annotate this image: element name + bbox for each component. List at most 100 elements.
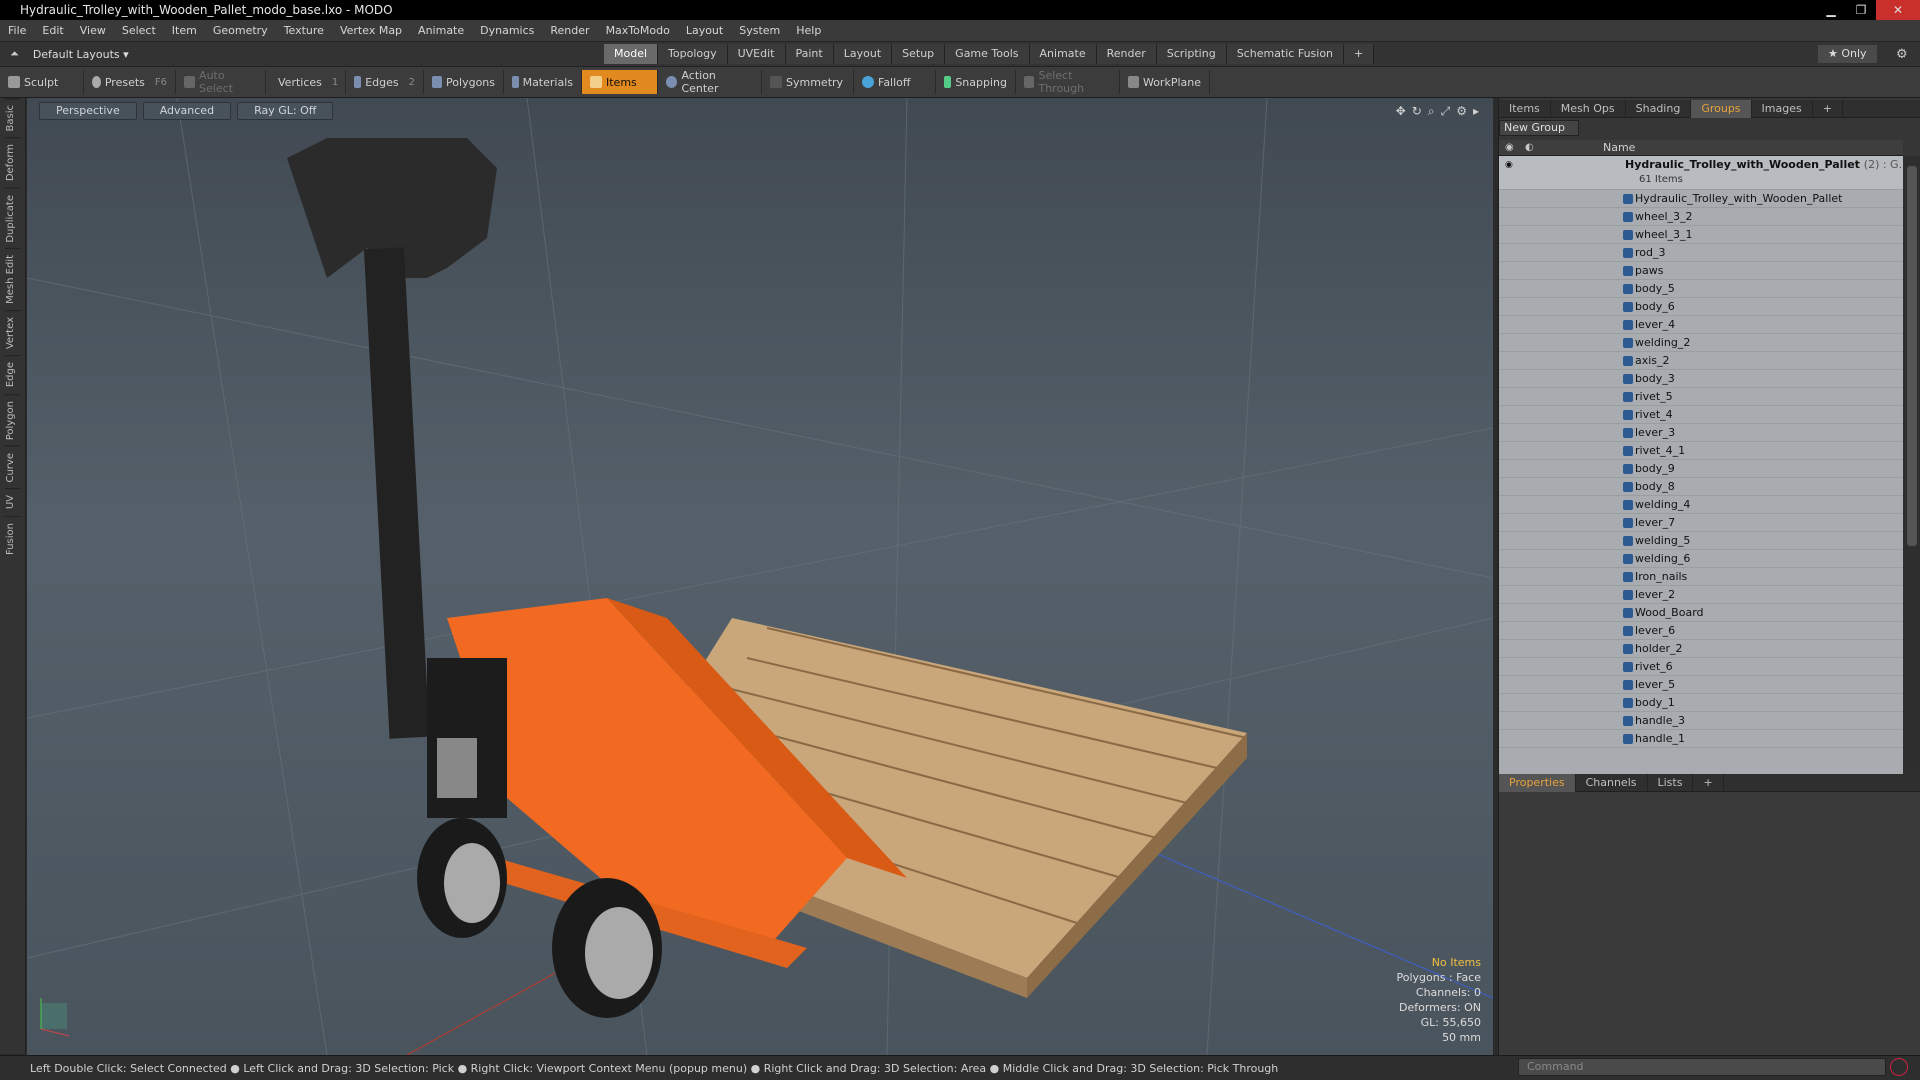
left-tab-duplicate[interactable]: Duplicate: [4, 187, 21, 249]
add-bottom-tab-button[interactable]: +: [1693, 773, 1724, 792]
tab-shading[interactable]: Shading: [1626, 99, 1692, 118]
tab-lists[interactable]: Lists: [1648, 773, 1694, 792]
menu-dynamics[interactable]: Dynamics: [472, 20, 542, 42]
left-tab-fusion[interactable]: Fusion: [4, 515, 21, 561]
list-item[interactable]: welding_4: [1499, 496, 1903, 514]
materials-button[interactable]: Materials: [504, 70, 582, 94]
list-item[interactable]: lever_2: [1499, 586, 1903, 604]
list-item[interactable]: handle_3: [1499, 712, 1903, 730]
perspective-button[interactable]: Perspective: [39, 102, 137, 120]
list-item[interactable]: lever_4: [1499, 316, 1903, 334]
menu-maxtomodo[interactable]: MaxToModo: [598, 20, 678, 42]
gear-icon[interactable]: ⚙: [1896, 47, 1908, 62]
group-row[interactable]: ◉ Hydraulic_Trolley_with_Wooden_Pallet (…: [1499, 156, 1903, 190]
list-item[interactable]: body_5: [1499, 280, 1903, 298]
snapping-button[interactable]: Snapping: [936, 70, 1016, 94]
list-item[interactable]: paws: [1499, 262, 1903, 280]
sculpt-button[interactable]: Sculpt: [0, 70, 84, 94]
list-item[interactable]: rivet_4: [1499, 406, 1903, 424]
menu-animate[interactable]: Animate: [410, 20, 472, 42]
items-button[interactable]: Items: [582, 70, 658, 94]
list-item[interactable]: body_1: [1499, 694, 1903, 712]
tab-schematic-fusion[interactable]: Schematic Fusion: [1226, 44, 1345, 64]
list-item[interactable]: body_6: [1499, 298, 1903, 316]
list-item[interactable]: lever_7: [1499, 514, 1903, 532]
menu-geometry[interactable]: Geometry: [205, 20, 276, 42]
menu-layout[interactable]: Layout: [678, 20, 731, 42]
new-group-button[interactable]: New Group: [1499, 120, 1579, 136]
list-item[interactable]: rod_3: [1499, 244, 1903, 262]
viewport-menu-icon[interactable]: ▸: [1473, 104, 1479, 119]
eye-icon[interactable]: ◉: [1505, 160, 1515, 170]
tab-topology[interactable]: Topology: [658, 44, 728, 64]
menu-render[interactable]: Render: [542, 20, 597, 42]
scrollbar-thumb[interactable]: [1907, 166, 1917, 546]
close-icon[interactable]: ✕: [1876, 0, 1920, 20]
command-input[interactable]: Command: [1518, 1058, 1886, 1076]
list-item[interactable]: welding_6: [1499, 550, 1903, 568]
menu-select[interactable]: Select: [114, 20, 164, 42]
menu-help[interactable]: Help: [788, 20, 829, 42]
maximize-icon[interactable]: ❐: [1846, 0, 1876, 20]
action-center-button[interactable]: Action Center: [658, 69, 762, 95]
list-item[interactable]: wheel_3_2: [1499, 208, 1903, 226]
tab-game-tools[interactable]: Game Tools: [945, 44, 1030, 64]
left-tab-polygon[interactable]: Polygon: [4, 393, 21, 446]
tab-paint[interactable]: Paint: [785, 44, 834, 64]
raygl-button[interactable]: Ray GL: Off: [237, 102, 334, 120]
command-history-icon[interactable]: [1890, 1058, 1908, 1076]
left-tab-deform[interactable]: Deform: [4, 137, 21, 188]
lock-column-icon[interactable]: ◐: [1525, 142, 1534, 153]
list-item[interactable]: body_8: [1499, 478, 1903, 496]
tab-uvedit[interactable]: UVEdit: [727, 44, 786, 64]
vertices-button[interactable]: Vertices 1: [266, 70, 346, 94]
viewport-scene[interactable]: [27, 98, 1493, 1055]
list-item[interactable]: rivet_5: [1499, 388, 1903, 406]
visibility-column-icon[interactable]: ◉: [1505, 142, 1514, 153]
list-item[interactable]: rivet_6: [1499, 658, 1903, 676]
add-panel-tab-button[interactable]: +: [1813, 99, 1843, 118]
tab-groups[interactable]: Groups: [1691, 99, 1752, 118]
pan-icon[interactable]: ✥: [1396, 104, 1406, 119]
select-through-button[interactable]: Select Through: [1016, 69, 1120, 95]
menu-vertex-map[interactable]: Vertex Map: [332, 20, 410, 42]
auto-select-button[interactable]: Auto Select: [176, 69, 266, 95]
symmetry-button[interactable]: Symmetry: [762, 70, 854, 94]
3d-viewport[interactable]: Perspective Advanced Ray GL: Off ✥ ↻ ⌕ ⤢…: [27, 98, 1493, 1055]
list-item[interactable]: holder_2: [1499, 640, 1903, 658]
list-item[interactable]: lever_3: [1499, 424, 1903, 442]
workplane-button[interactable]: WorkPlane: [1120, 70, 1210, 94]
tab-model[interactable]: Model: [604, 44, 659, 64]
zoom-icon[interactable]: ⌕: [1428, 104, 1435, 119]
list-item[interactable]: body_3: [1499, 370, 1903, 388]
menu-edit[interactable]: Edit: [34, 20, 71, 42]
left-tab-basic[interactable]: Basic: [4, 98, 21, 138]
viewport-gear-icon[interactable]: ⚙: [1456, 104, 1467, 119]
menu-system[interactable]: System: [731, 20, 788, 42]
presets-button[interactable]: Presets F6: [84, 70, 176, 94]
menu-view[interactable]: View: [72, 20, 114, 42]
polygons-button[interactable]: Polygons: [424, 70, 504, 94]
list-item[interactable]: rivet_4_1: [1499, 442, 1903, 460]
tab-mesh-ops[interactable]: Mesh Ops: [1551, 99, 1626, 118]
menu-item[interactable]: Item: [164, 20, 205, 42]
list-item[interactable]: welding_2: [1499, 334, 1903, 352]
tab-items[interactable]: Items: [1499, 99, 1551, 118]
list-item[interactable]: Hydraulic_Trolley_with_Wooden_Pallet: [1499, 190, 1903, 208]
menu-file[interactable]: File: [0, 20, 34, 42]
minimize-icon[interactable]: ▁: [1816, 0, 1846, 20]
tab-setup[interactable]: Setup: [892, 44, 946, 64]
list-item[interactable]: Iron_nails: [1499, 568, 1903, 586]
left-tab-edge[interactable]: Edge: [4, 355, 21, 394]
add-tab-button[interactable]: +: [1344, 44, 1375, 64]
only-button[interactable]: ★ Only: [1818, 45, 1877, 63]
list-scrollbar[interactable]: [1903, 156, 1920, 856]
tab-animate[interactable]: Animate: [1029, 44, 1097, 64]
list-item[interactable]: lever_5: [1499, 676, 1903, 694]
hydraulic-trolley-model[interactable]: [287, 138, 907, 1018]
advanced-button[interactable]: Advanced: [142, 102, 232, 120]
list-item[interactable]: axis_2: [1499, 352, 1903, 370]
menu-texture[interactable]: Texture: [276, 20, 332, 42]
rotate-icon[interactable]: ↻: [1412, 104, 1422, 119]
list-item[interactable]: welding_5: [1499, 532, 1903, 550]
